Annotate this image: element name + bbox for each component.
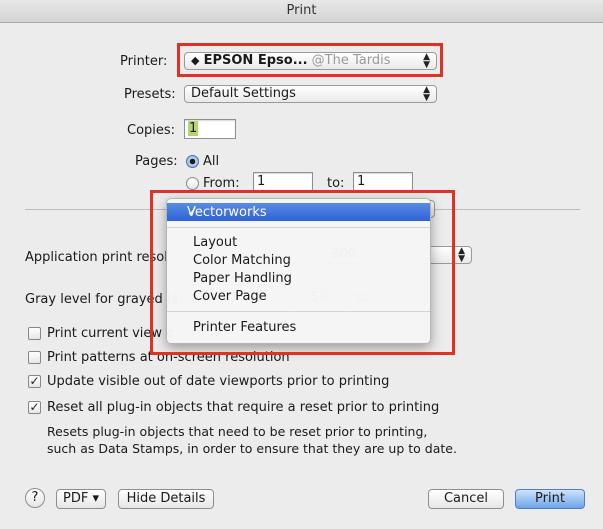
print-patterns-checkbox[interactable] xyxy=(28,351,41,364)
printer-highlight xyxy=(177,43,443,77)
checkmark-icon: ✓ xyxy=(29,374,40,388)
checkmark-icon: ✓ xyxy=(29,400,40,414)
reset-note-line1: Resets plug-in objects that need to be r… xyxy=(47,424,428,439)
pages-to-field[interactable]: 1 xyxy=(353,172,413,192)
help-button[interactable]: ? xyxy=(25,488,45,508)
copies-label: Copies: xyxy=(127,123,176,138)
print-current-view-checkbox[interactable] xyxy=(28,327,41,340)
pages-from-label: From: xyxy=(203,176,240,191)
resolution-label: Application print resol xyxy=(25,250,168,265)
popup-arrows-icon: ▲ ▼ xyxy=(458,246,465,264)
copies-field[interactable]: 1 xyxy=(184,119,236,139)
pages-from-radio[interactable] xyxy=(186,177,199,190)
print-button[interactable]: Print xyxy=(515,489,585,509)
window-title: Print xyxy=(0,0,603,23)
update-viewports-checkbox[interactable]: ✓ xyxy=(28,375,41,388)
reset-plugins-label: Reset all plug-in objects that require a… xyxy=(47,400,440,415)
cancel-button[interactable]: Cancel xyxy=(428,489,504,509)
pages-all-label: All xyxy=(203,154,220,169)
pages-to-label: to: xyxy=(327,176,345,191)
presets-label: Presets: xyxy=(124,87,176,102)
reset-plugins-checkbox[interactable]: ✓ xyxy=(28,401,41,414)
pages-all-radio[interactable] xyxy=(186,155,199,168)
hide-details-button[interactable]: Hide Details xyxy=(118,489,214,509)
reset-note-line2: such as Data Stamps, in order to ensure … xyxy=(47,441,457,456)
pdf-button[interactable]: PDF ▾ xyxy=(56,489,106,509)
presets-value: Default Settings xyxy=(191,86,296,101)
presets-popup[interactable]: Default Settings ▲ ▼ xyxy=(184,85,437,103)
pages-from-field[interactable]: 1 xyxy=(253,172,313,192)
printer-label: Printer: xyxy=(120,54,168,69)
update-viewports-label: Update visible out of date viewports pri… xyxy=(47,374,390,389)
menu-highlight xyxy=(150,190,455,355)
copies-value: 1 xyxy=(188,121,199,136)
popup-arrows-icon: ▲ ▼ xyxy=(423,85,430,103)
pages-label: Pages: xyxy=(135,154,178,169)
